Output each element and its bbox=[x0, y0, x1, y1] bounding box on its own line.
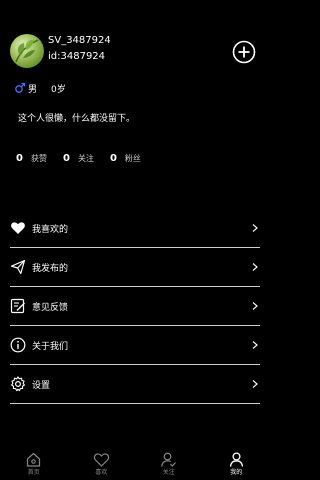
stat-count: 0 bbox=[62, 152, 70, 164]
menu-label: 关于我们 bbox=[32, 341, 69, 352]
menu-item-about[interactable]: 关于我们 bbox=[10, 326, 260, 365]
stat-fans[interactable]: 0 粉丝 bbox=[110, 153, 141, 164]
plus-circle-icon bbox=[232, 40, 256, 64]
menu-label: 设置 bbox=[32, 380, 51, 391]
menu-label: 我发布的 bbox=[32, 263, 69, 274]
tab-label: 喜欢 bbox=[95, 469, 108, 476]
info-icon bbox=[10, 337, 26, 353]
home-icon bbox=[25, 451, 42, 468]
tab-following[interactable]: 关注 bbox=[135, 446, 203, 480]
menu-label: 意见反馈 bbox=[32, 302, 69, 313]
tab-likes[interactable]: 喜欢 bbox=[68, 446, 136, 480]
avatar[interactable] bbox=[10, 34, 44, 68]
age-label: 0岁 bbox=[51, 84, 66, 95]
stat-label: 粉丝 bbox=[124, 153, 141, 163]
user-id: id:3487924 bbox=[48, 51, 106, 62]
menu-item-liked[interactable]: 我喜欢的 bbox=[10, 209, 260, 248]
stats-row: 0 获赞 0 关注 0 粉丝 bbox=[16, 151, 141, 165]
tab-mine[interactable]: 我的 bbox=[203, 446, 271, 480]
male-icon bbox=[14, 82, 26, 94]
stat-count: 0 bbox=[16, 152, 23, 164]
add-button[interactable] bbox=[232, 40, 256, 64]
tab-label: 关注 bbox=[162, 469, 175, 476]
menu-label: 我喜欢的 bbox=[32, 224, 69, 235]
chevron-right-icon bbox=[250, 379, 260, 389]
tab-label: 首页 bbox=[27, 469, 40, 476]
tab-home[interactable]: 首页 bbox=[0, 446, 68, 480]
chevron-right-icon bbox=[250, 262, 260, 272]
stat-likes[interactable]: 0 获赞 bbox=[16, 153, 47, 164]
menu-list: 我喜欢的 我发布的 意见反馈 关于我们 设置 bbox=[10, 209, 260, 404]
chevron-right-icon bbox=[250, 301, 260, 311]
stat-label: 获赞 bbox=[30, 153, 47, 163]
gender-age-row: 男 0岁 bbox=[14, 81, 66, 95]
tab-label: 我的 bbox=[230, 469, 243, 476]
menu-item-feedback[interactable]: 意见反馈 bbox=[10, 287, 260, 326]
username: SV_3487924 bbox=[48, 35, 111, 46]
menu-item-settings[interactable]: 设置 bbox=[10, 365, 260, 404]
settings-icon bbox=[10, 376, 26, 392]
chevron-right-icon bbox=[250, 340, 260, 350]
stat-following[interactable]: 0 关注 bbox=[63, 153, 94, 164]
bio-text: 这个人很懒，什么都没留下。 bbox=[18, 114, 136, 124]
profile-page: SV_3487924 id:3487924 男 0岁 这个人很懒，什么都没留下。… bbox=[0, 0, 270, 480]
menu-item-published[interactable]: 我发布的 bbox=[10, 248, 260, 287]
send-icon bbox=[10, 259, 26, 275]
feedback-icon bbox=[10, 298, 26, 314]
heart-icon bbox=[10, 220, 26, 236]
chevron-right-icon bbox=[250, 223, 260, 233]
stat-count: 0 bbox=[109, 152, 117, 164]
bottom-tab-bar: 首页 喜欢 关注 我的 bbox=[0, 446, 270, 480]
gender-label: 男 bbox=[28, 84, 38, 95]
leaf-avatar-icon bbox=[15, 39, 39, 63]
heart-outline-icon bbox=[93, 451, 110, 468]
user-icon bbox=[228, 451, 245, 468]
user-check-icon bbox=[160, 451, 177, 468]
stat-label: 关注 bbox=[77, 153, 94, 163]
